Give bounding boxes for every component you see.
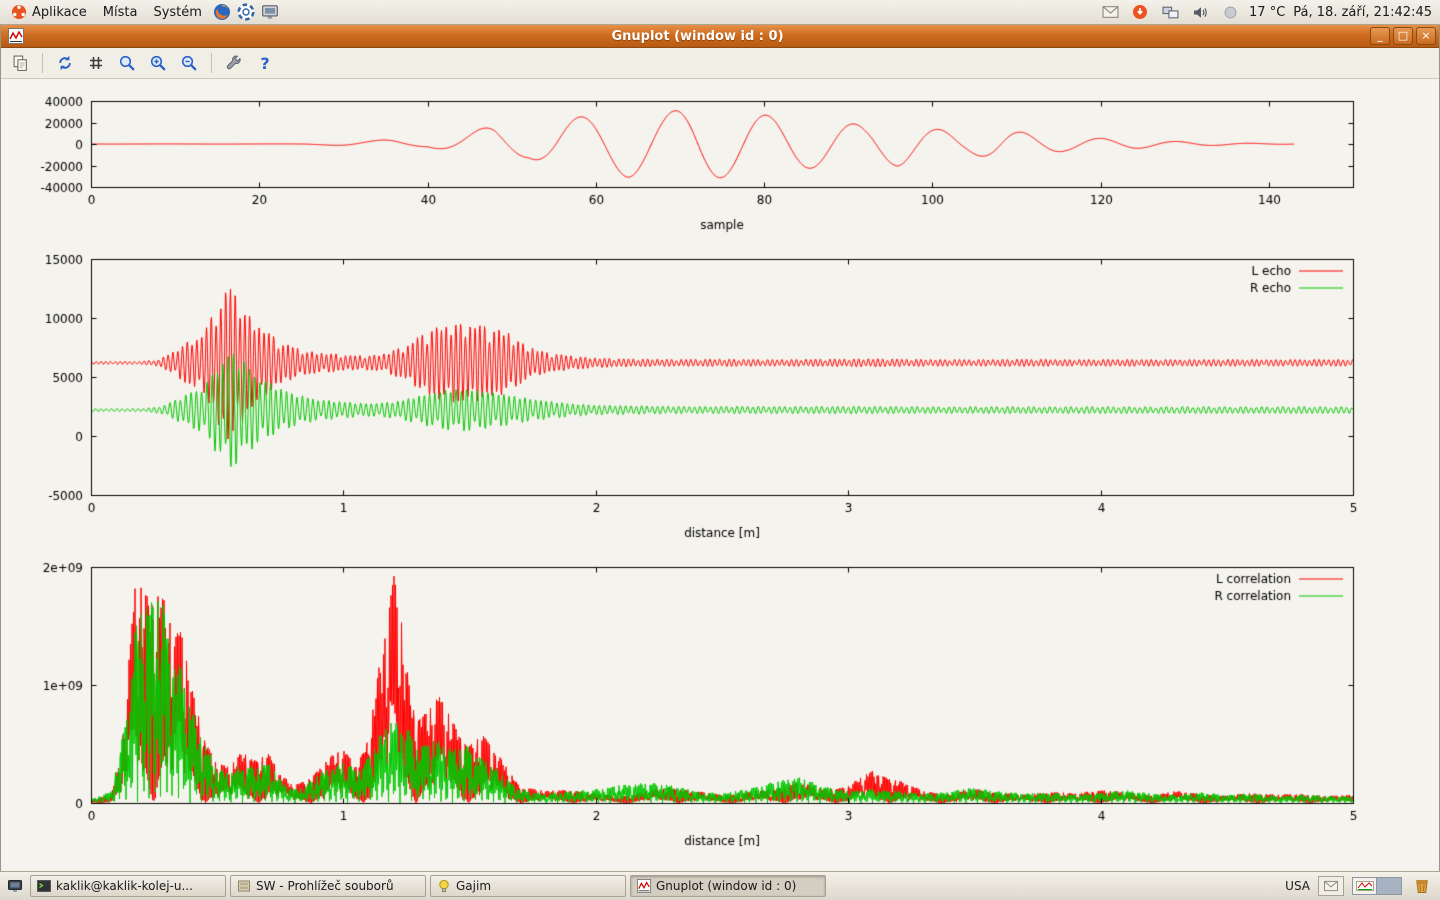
taskbar-item-file-manager[interactable]: SW - Prohlížeč souborů	[230, 875, 426, 897]
firefox-launcher[interactable]	[211, 1, 233, 23]
gajim-icon	[437, 879, 451, 893]
menu-applications[interactable]: Aplikace	[4, 2, 94, 22]
menu-places-label: Místa	[103, 5, 138, 20]
update-manager-tray[interactable]	[1129, 1, 1151, 23]
chart-canvas-signal[interactable]	[1, 89, 1439, 239]
trash-button[interactable]	[1410, 874, 1434, 898]
plot-area	[1, 79, 1439, 871]
chart-canvas-echo[interactable]	[1, 247, 1439, 547]
grid-icon	[88, 55, 104, 71]
screen-icon	[261, 3, 279, 21]
zoom-icon	[118, 54, 136, 72]
chart-canvas-correlation[interactable]	[1, 555, 1439, 855]
network-tray[interactable]	[1159, 1, 1181, 23]
screensaver-launcher[interactable]	[259, 1, 281, 23]
speaker-icon	[1192, 5, 1208, 20]
mail-tray-button[interactable]	[1318, 876, 1344, 896]
mail-notifier-tray[interactable]	[1099, 1, 1121, 23]
show-desktop-button[interactable]	[4, 875, 26, 897]
zoom-out-icon	[180, 54, 198, 72]
gnome-panel: Aplikace Místa Systém 17 °C Pá, 18. září…	[0, 0, 1440, 25]
settings-button[interactable]	[221, 50, 247, 76]
taskbar-item-terminal[interactable]: kaklik@kaklik-kolej-u...	[30, 875, 226, 897]
taskbar-item-label: SW - Prohlížeč souborů	[256, 879, 394, 893]
volume-tray[interactable]	[1189, 1, 1211, 23]
toggle-grid-button[interactable]	[83, 50, 109, 76]
network-computers-icon	[1162, 5, 1179, 20]
zoom-button[interactable]	[114, 50, 140, 76]
zoom-in-icon	[149, 54, 167, 72]
trash-icon	[1413, 877, 1431, 895]
zoom-out-button[interactable]	[176, 50, 202, 76]
menu-system-label: Systém	[153, 5, 201, 20]
panel-status-area: 17 °C Pá, 18. září, 21:42:45	[1099, 1, 1436, 23]
gnuplot-toolbar: ?	[1, 48, 1439, 79]
help-question-icon: ?	[260, 54, 269, 73]
workspace-switcher[interactable]	[1352, 877, 1402, 895]
taskbar-item-gnuplot[interactable]: Gnuplot (window id : 0)	[630, 875, 826, 897]
wrench-icon	[225, 54, 243, 72]
menu-system[interactable]: Systém	[146, 3, 208, 22]
replot-refresh-icon	[56, 54, 74, 72]
taskbar-item-label: Gajim	[456, 879, 491, 893]
help-lifering-icon	[237, 3, 255, 21]
help-launcher[interactable]	[235, 1, 257, 23]
minimize-button[interactable]: _	[1370, 27, 1390, 45]
file-manager-icon	[237, 879, 251, 893]
menu-places[interactable]: Místa	[96, 3, 145, 22]
firefox-icon	[213, 3, 231, 21]
toolbar-separator	[42, 53, 43, 73]
gnuplot-window-icon	[8, 28, 24, 44]
taskbar-item-gajim[interactable]: Gajim	[430, 875, 626, 897]
taskbar-item-label: Gnuplot (window id : 0)	[656, 879, 796, 893]
workspace-thumbnail-icon	[1356, 881, 1374, 891]
workspace-1[interactable]	[1353, 878, 1377, 894]
ubuntu-logo-icon	[11, 4, 27, 20]
copy-icon	[12, 55, 29, 72]
close-button[interactable]: ×	[1416, 27, 1436, 45]
gnuplot-window: Gnuplot (window id : 0) _ □ × ?	[0, 25, 1440, 871]
toolbar-separator	[211, 53, 212, 73]
panel-clock[interactable]: Pá, 18. září, 21:42:45	[1293, 5, 1432, 20]
workspace-2[interactable]	[1377, 878, 1401, 894]
replot-button[interactable]	[52, 50, 78, 76]
zoom-in-button[interactable]	[145, 50, 171, 76]
mail-icon	[1323, 880, 1339, 892]
copy-to-clipboard-button[interactable]	[7, 50, 33, 76]
keyboard-layout-indicator[interactable]: USA	[1285, 879, 1310, 893]
taskbar-item-label: kaklik@kaklik-kolej-u...	[56, 879, 193, 893]
taskbar: kaklik@kaklik-kolej-u... SW - Prohlížeč …	[0, 871, 1440, 900]
mail-icon	[1102, 5, 1119, 19]
menu-applications-label: Aplikace	[32, 5, 87, 20]
update-icon	[1132, 4, 1148, 20]
show-desktop-icon	[7, 878, 23, 894]
help-button[interactable]: ?	[252, 50, 278, 76]
terminal-icon	[37, 879, 51, 893]
weather-temperature: 17 °C	[1249, 5, 1285, 20]
taskbar-tray: USA	[1285, 874, 1436, 898]
gnuplot-icon	[637, 879, 651, 893]
titlebar[interactable]: Gnuplot (window id : 0) _ □ ×	[1, 25, 1439, 48]
window-title: Gnuplot (window id : 0)	[28, 29, 1367, 44]
maximize-button[interactable]: □	[1393, 27, 1413, 45]
weather-icon	[1219, 1, 1241, 23]
